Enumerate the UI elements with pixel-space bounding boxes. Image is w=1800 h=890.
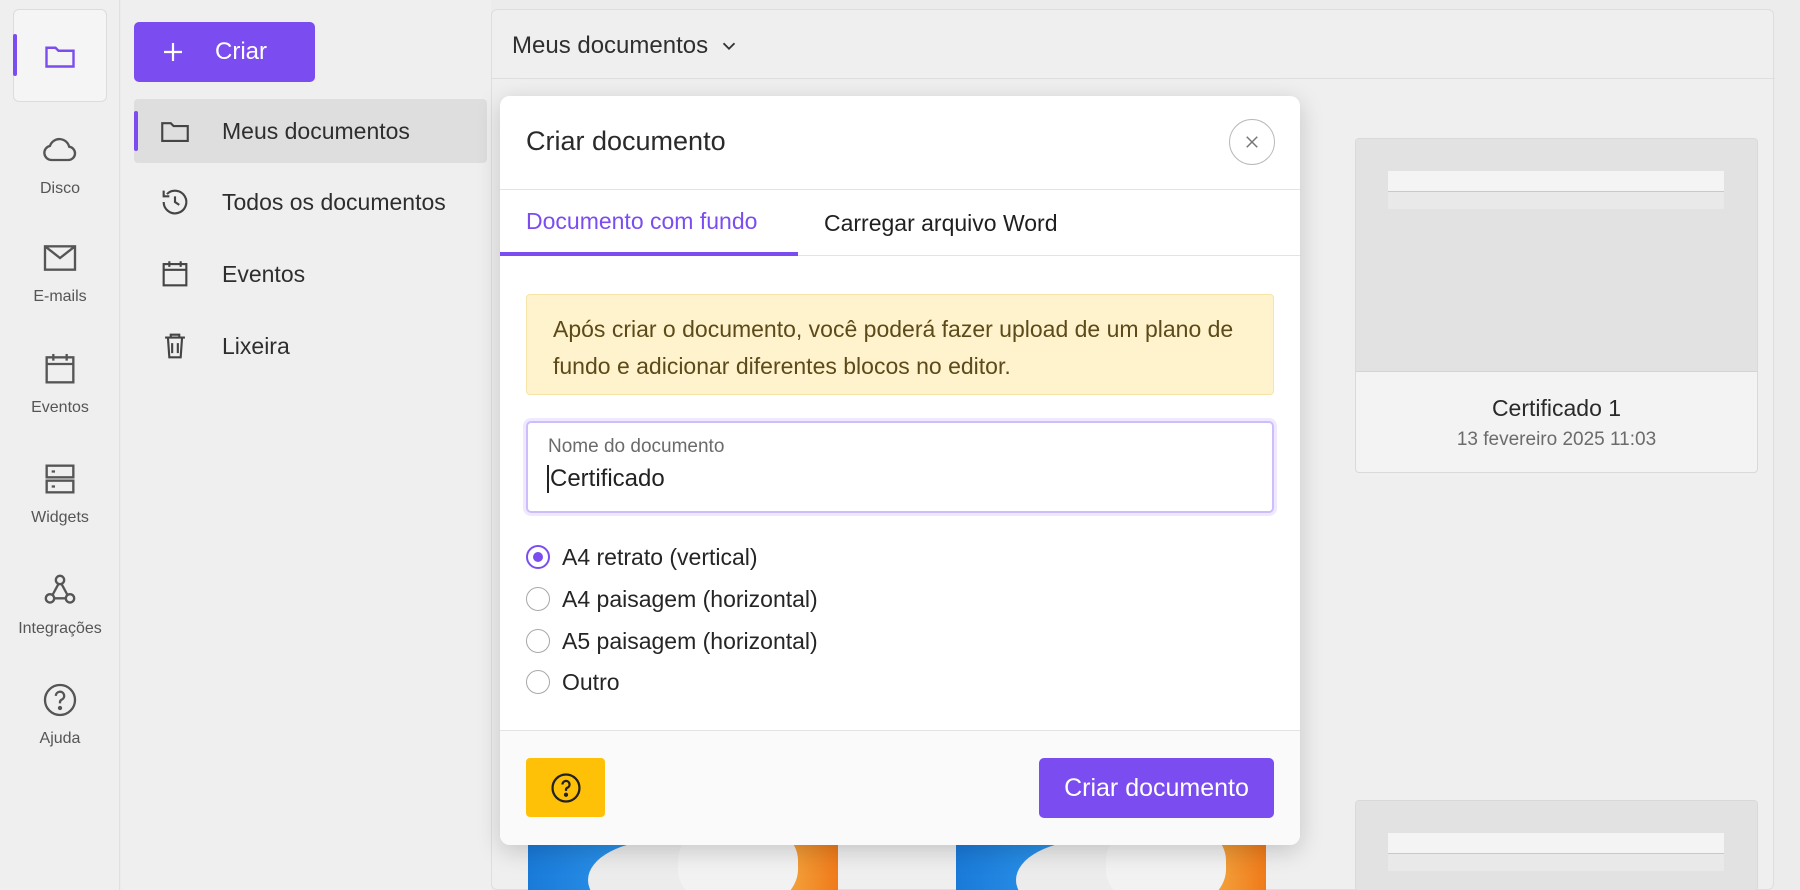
- close-icon: [1246, 136, 1258, 148]
- format-option-label: A4 retrato (vertical): [562, 543, 758, 570]
- calendar-icon: [45, 354, 75, 384]
- cloud-icon: [43, 137, 77, 162]
- folder-dropdown-label: Meus documentos: [512, 32, 709, 59]
- close-button[interactable]: [1229, 119, 1275, 165]
- sidebar: Criar Meus documentos Todos os documento…: [121, 0, 491, 890]
- sidebar-item-label: Meus documentos: [222, 117, 410, 144]
- chevron-down-icon: [722, 42, 736, 51]
- folder-dropdown[interactable]: Meus documentos: [512, 32, 740, 60]
- document-name-input[interactable]: Certificado: [547, 465, 665, 493]
- history-icon: [162, 189, 188, 215]
- radio-button[interactable]: [526, 670, 550, 694]
- dialog-header: Criar documento: [500, 96, 1300, 190]
- sidebar-item-all-documents[interactable]: Todos os documentos: [134, 170, 487, 234]
- calendar-icon: [162, 261, 188, 287]
- format-option-label: Outro: [562, 668, 620, 695]
- format-option-label: A5 paisagem (horizontal): [562, 627, 818, 654]
- help-button[interactable]: [526, 758, 605, 817]
- help-icon: [43, 683, 77, 717]
- folder-icon: [161, 122, 189, 142]
- rail-item-documents[interactable]: [13, 9, 107, 102]
- create-document-button[interactable]: Criar documento: [1039, 758, 1274, 818]
- rail-item-integrations[interactable]: Integrações: [0, 570, 120, 638]
- rail-label: Disco: [39, 180, 80, 197]
- rail-item-emails[interactable]: E-mails: [0, 238, 120, 306]
- sidebar-item-my-documents[interactable]: Meus documentos: [134, 99, 487, 163]
- trash-icon: [165, 333, 185, 359]
- format-option-a5-landscape[interactable]: A5 paisagem (horizontal): [526, 626, 818, 656]
- rail-label: Ajuda: [39, 730, 81, 747]
- document-card[interactable]: Certificado 1 13 fevereiro 2025 11:03: [1355, 138, 1758, 473]
- sidebar-item-label: Todos os documentos: [222, 188, 446, 215]
- format-option-a4-landscape[interactable]: A4 paisagem (horizontal): [526, 584, 818, 614]
- card-thumbnail: [1356, 139, 1757, 372]
- sidebar-item-trash[interactable]: Lixeira: [134, 314, 487, 378]
- plus-icon: [164, 43, 182, 61]
- create-document-dialog: Criar documento Documento com fundo Carr…: [500, 96, 1300, 845]
- radio-button[interactable]: [526, 587, 550, 611]
- info-notice: Após criar o documento, você poderá faze…: [526, 294, 1274, 395]
- rail-item-help[interactable]: Ajuda: [0, 680, 120, 748]
- rail-label: Integrações: [18, 620, 102, 637]
- create-button[interactable]: Criar: [134, 22, 315, 82]
- card-date: 13 fevereiro 2025 11:03: [1456, 429, 1657, 450]
- sidebar-item-label: Lixeira: [222, 332, 290, 359]
- document-card[interactable]: [1355, 800, 1758, 890]
- sidebar-item-events[interactable]: Eventos: [134, 242, 487, 306]
- format-option-other[interactable]: Outro: [526, 667, 620, 697]
- format-option-a4-portrait[interactable]: A4 retrato (vertical): [526, 542, 758, 572]
- tab-upload-word[interactable]: Carregar arquivo Word: [824, 191, 1058, 256]
- radio-button[interactable]: [526, 629, 550, 653]
- format-option-label: A4 paisagem (horizontal): [562, 585, 818, 612]
- tab-document-with-background[interactable]: Documento com fundo: [500, 191, 798, 256]
- card-title: Certificado 1: [1491, 395, 1622, 421]
- webhook-icon: [44, 574, 76, 604]
- rail-item-widgets[interactable]: Widgets: [0, 459, 120, 527]
- rail-label: Eventos: [31, 399, 89, 416]
- document-name-label: Nome do documento: [548, 436, 725, 457]
- dialog-tabs: Documento com fundo Carregar arquivo Wor…: [500, 191, 1300, 256]
- rail-label: E-mails: [33, 288, 87, 305]
- radio-button[interactable]: [526, 545, 550, 569]
- main-header: Meus documentos: [492, 10, 1775, 79]
- folder-icon: [45, 46, 75, 68]
- rail-item-disk[interactable]: Disco: [0, 130, 120, 198]
- sidebar-item-label: Eventos: [222, 260, 306, 287]
- help-icon: [550, 772, 581, 803]
- icon-rail: Disco E-mails Eventos Widgets Integraçõe…: [0, 0, 120, 890]
- rail-label: Widgets: [31, 509, 89, 526]
- document-name-field[interactable]: Nome do documento Certificado: [526, 421, 1274, 513]
- widgets-icon: [45, 464, 75, 494]
- mail-icon: [43, 245, 77, 271]
- rail-item-events[interactable]: Eventos: [0, 349, 120, 417]
- dialog-footer: Criar documento: [500, 730, 1300, 845]
- create-button-label: Criar: [215, 38, 267, 65]
- dialog-title: Criar documento: [526, 126, 726, 156]
- card-thumbnail: [1356, 801, 1757, 890]
